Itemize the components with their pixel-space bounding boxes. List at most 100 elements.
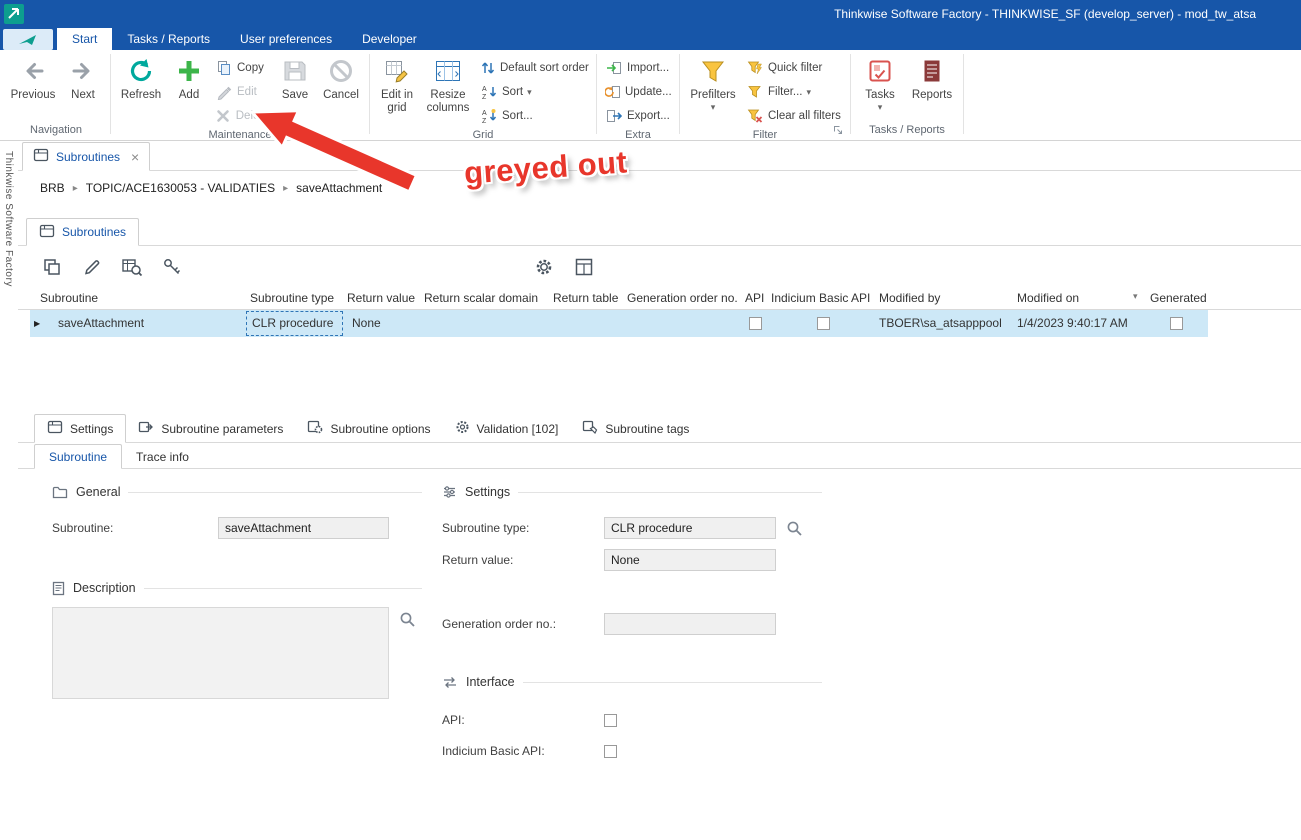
sort-button[interactable]: AZ Sort ▾	[476, 80, 592, 104]
close-tab-icon[interactable]: ×	[131, 150, 139, 164]
table-row[interactable]: ▶ saveAttachment CLR procedure None TBOE…	[18, 310, 1301, 337]
column-header-generation-order-no[interactable]: Generation order no.	[627, 291, 738, 305]
quick-filter-button[interactable]: Quick filter	[742, 56, 846, 80]
cascade-windows-button[interactable]	[38, 253, 66, 281]
generated-checkbox[interactable]	[1170, 317, 1183, 330]
tab-subroutine-options[interactable]: Subroutine options	[295, 414, 442, 443]
subroutines-list-tab[interactable]: Subroutines	[26, 218, 140, 246]
ribbon-tab-developer[interactable]: Developer	[347, 28, 432, 50]
document-tab-subroutines[interactable]: Subroutines ×	[22, 142, 151, 171]
general-header-label: General	[76, 485, 121, 499]
cell-subroutine-type[interactable]: CLR procedure	[246, 311, 343, 336]
edit-label: Edit	[237, 86, 257, 98]
indicium-basic-api-checkbox[interactable]	[817, 317, 830, 330]
description-zoom-button[interactable]	[399, 611, 416, 628]
tab-trace-info[interactable]: Trace info	[122, 444, 203, 469]
return-value-input[interactable]: None	[604, 549, 776, 571]
extra-small-stack: Import... Update... Export...	[601, 52, 675, 128]
document-tab-strip: Subroutines ×	[18, 141, 1301, 171]
ribbon-tab-strip: Start Tasks / Reports User preferences D…	[0, 28, 1301, 50]
tasks-label: Tasks	[865, 89, 895, 101]
cancel-button[interactable]: Cancel	[317, 52, 365, 102]
subroutine-field-row: Subroutine: saveAttachment	[52, 517, 422, 539]
refresh-button[interactable]: Refresh	[115, 52, 167, 102]
cell-modified-on[interactable]: 1/4/2023 9:40:17 AM	[1017, 316, 1128, 330]
cell-return-value[interactable]: None	[352, 316, 381, 330]
column-header-return-scalar-domain[interactable]: Return scalar domain	[424, 291, 538, 305]
settings-button[interactable]	[530, 253, 558, 281]
generation-order-input[interactable]	[604, 613, 776, 635]
indicium-basic-api-form-checkbox[interactable]	[604, 744, 617, 758]
cell-api-checkbox[interactable]	[749, 317, 762, 333]
section-rule	[143, 587, 422, 589]
subroutine-input[interactable]: saveAttachment	[218, 517, 389, 539]
column-header-api[interactable]: API	[745, 291, 764, 305]
swap-arrows-icon	[442, 676, 458, 689]
ribbon-group-tasks-reports: Tasks ▾ Reports Tasks / Reports	[855, 50, 959, 140]
tab-settings[interactable]: Settings	[34, 414, 127, 443]
ribbon-tab-tasks-reports[interactable]: Tasks / Reports	[112, 28, 225, 50]
tasks-button[interactable]: Tasks ▾	[855, 52, 905, 112]
export-button[interactable]: Export...	[601, 104, 675, 128]
app-logo-icon[interactable]	[4, 4, 24, 24]
tab-validation[interactable]: Validation [102]	[443, 414, 571, 443]
previous-button[interactable]: Previous	[6, 52, 60, 102]
tab-subroutine-tags[interactable]: Subroutine tags	[570, 414, 701, 443]
ribbon-tab-start[interactable]: Start	[57, 28, 113, 50]
reports-button[interactable]: Reports	[905, 52, 959, 102]
ribbon-separator	[110, 54, 111, 134]
tab-subroutine-parameters[interactable]: Subroutine parameters	[126, 414, 295, 443]
clear-all-filters-button[interactable]: Clear all filters	[742, 104, 846, 128]
reports-label: Reports	[911, 89, 953, 101]
cell-subroutine[interactable]: saveAttachment	[58, 316, 144, 330]
edit-row-button[interactable]	[78, 253, 106, 281]
cascade-windows-icon	[44, 259, 60, 275]
import-button[interactable]: Import...	[601, 56, 675, 80]
key-button[interactable]	[158, 253, 186, 281]
update-icon	[605, 84, 621, 100]
description-row	[52, 607, 422, 699]
api-form-checkbox[interactable]	[604, 713, 617, 727]
cell-generated-checkbox[interactable]	[1170, 317, 1183, 333]
default-sort-order-button[interactable]: Default sort order	[476, 56, 592, 80]
tab-subroutine-parameters-label: Subroutine parameters	[161, 421, 284, 436]
api-field-row: API:	[442, 709, 822, 731]
general-section-header: General	[52, 483, 422, 501]
tab-subroutine[interactable]: Subroutine	[34, 444, 123, 469]
previous-label: Previous	[10, 89, 56, 101]
section-rule	[128, 491, 422, 493]
column-header-generated[interactable]: Generated	[1150, 291, 1207, 305]
column-header-subroutine[interactable]: Subroutine	[40, 291, 98, 305]
api-checkbox[interactable]	[749, 317, 762, 330]
form-view-button[interactable]	[570, 253, 598, 281]
breadcrumb-item-brb[interactable]: BRB	[40, 181, 65, 195]
resize-columns-icon	[434, 56, 462, 86]
application-menu-button[interactable]	[3, 29, 53, 50]
clear-filters-icon	[746, 108, 764, 124]
column-header-subroutine-type[interactable]: Subroutine type	[250, 291, 334, 305]
column-header-modified-by[interactable]: Modified by	[879, 291, 940, 305]
prefilters-button[interactable]: Prefilters ▾	[684, 52, 742, 112]
save-floppy-icon	[282, 56, 308, 86]
next-button[interactable]: Next	[60, 52, 106, 102]
filter-button[interactable]: Filter... ▾	[742, 80, 846, 104]
cell-modified-by[interactable]: TBOER\sa_atsapppool	[879, 316, 1002, 330]
subroutine-type-lookup-button[interactable]	[786, 520, 803, 537]
description-field[interactable]	[52, 607, 389, 699]
update-button[interactable]: Update...	[601, 80, 675, 104]
cell-indicium-checkbox[interactable]	[817, 317, 830, 333]
column-header-return-value[interactable]: Return value	[347, 291, 415, 305]
search-grid-button[interactable]	[118, 253, 146, 281]
column-header-indicium-basic-api[interactable]: Indicium Basic API	[771, 291, 870, 305]
indicium-basic-api-label: Indicium Basic API:	[442, 744, 545, 758]
ribbon-tab-user-preferences[interactable]: User preferences	[225, 28, 347, 50]
sort-options-button[interactable]: AZ Sort...	[476, 104, 592, 128]
subroutine-type-input[interactable]: CLR procedure	[604, 517, 776, 539]
filter-dialog-launcher-icon[interactable]	[833, 124, 843, 138]
column-header-return-table[interactable]: Return table	[553, 291, 618, 305]
column-header-modified-on[interactable]: Modified on	[1017, 291, 1079, 305]
prefilters-funnel-icon	[699, 56, 727, 86]
add-button[interactable]: Add	[167, 52, 211, 102]
copy-button[interactable]: Copy	[211, 56, 273, 80]
save-button[interactable]: Save	[273, 52, 317, 102]
